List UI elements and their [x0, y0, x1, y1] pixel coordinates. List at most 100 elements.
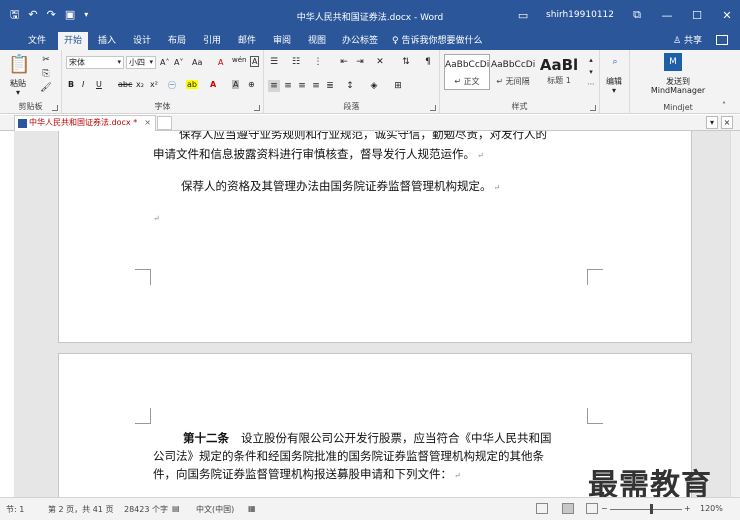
style-normal[interactable]: AaBbCcDi ↵ 正文: [444, 54, 490, 90]
close-button[interactable]: ✕: [720, 9, 734, 22]
align-left-icon[interactable]: ≡: [268, 80, 280, 92]
tab-home[interactable]: 开始: [58, 32, 89, 50]
document-workspace: 保荐人应当遵守业务规则和行业规范，诚实守信，勤勉尽责，对发行人的 申请文件和信息…: [14, 131, 730, 497]
copy-icon[interactable]: ⎘: [40, 68, 52, 80]
page-indicator[interactable]: 第 2 页，共 41 页: [48, 504, 113, 515]
show-marks-icon[interactable]: ¶: [422, 56, 434, 68]
style-heading-1[interactable]: AaBl 标题 1: [536, 54, 582, 90]
zoom-out-icon[interactable]: −: [601, 504, 608, 513]
read-mode-icon[interactable]: [536, 503, 548, 514]
char-border-button[interactable]: A: [250, 56, 260, 67]
clipboard-launcher-icon[interactable]: [52, 105, 58, 111]
increase-indent-icon[interactable]: ⇥: [354, 56, 366, 68]
proofing-icon[interactable]: ▤: [172, 504, 180, 513]
vertical-scrollbar[interactable]: [730, 131, 740, 497]
close-tab-icon[interactable]: ×: [144, 116, 151, 130]
tab-mailings[interactable]: 邮件: [232, 32, 262, 50]
paste-icon[interactable]: 📋: [8, 54, 30, 76]
print-layout-icon[interactable]: [562, 503, 574, 514]
styles-launcher-icon[interactable]: [590, 105, 596, 111]
enclose-char-icon[interactable]: ⊕: [248, 80, 255, 89]
collapse-ribbon-icon[interactable]: ˄: [718, 100, 730, 112]
phonetic-guide-button[interactable]: wén: [232, 56, 246, 64]
change-case-button[interactable]: Aa: [192, 58, 202, 67]
superscript-button[interactable]: x²: [150, 80, 158, 89]
sort-icon[interactable]: ⇅: [400, 56, 412, 68]
editing-dropdown-icon[interactable]: ▾: [612, 86, 616, 95]
word-count[interactable]: 28423 个字: [124, 504, 168, 515]
ribbon-display-icon[interactable]: ▭: [516, 9, 530, 22]
new-tab-button[interactable]: [157, 116, 172, 130]
comments-icon[interactable]: [716, 35, 728, 45]
maximize-button[interactable]: ☐: [690, 9, 704, 22]
borders-icon[interactable]: ⊞: [392, 80, 404, 92]
close-document-icon[interactable]: ×: [721, 116, 733, 129]
tab-review[interactable]: 审阅: [267, 32, 297, 50]
line-spacing-icon[interactable]: ↕: [344, 80, 356, 92]
minimize-button[interactable]: —: [660, 9, 674, 22]
align-center-icon[interactable]: ≡: [282, 80, 294, 92]
styles-more-icon[interactable]: ⋯: [585, 78, 597, 90]
shrink-font-button[interactable]: A˅: [174, 58, 183, 67]
find-icon[interactable]: ⌕: [609, 56, 621, 68]
section-indicator[interactable]: 节: 1: [6, 504, 24, 515]
font-launcher-icon[interactable]: [254, 105, 260, 111]
paragraph-line: 保荐人应当遵守业务规则和行业规范，诚实守信，勤勉尽责，对发行人的: [179, 131, 547, 141]
numbering-icon[interactable]: ☷: [290, 56, 302, 68]
strikethrough-button[interactable]: abc: [118, 80, 132, 89]
ribbon-tabs: 文件 开始 插入 设计 布局 引用 邮件 审阅 视图 办公标签 ♀ 告诉我你想要…: [0, 32, 740, 50]
web-layout-icon[interactable]: [586, 503, 598, 514]
document-page[interactable]: 保荐人应当遵守业务规则和行业规范，诚实守信，勤勉尽责，对发行人的 申请文件和信息…: [58, 131, 692, 343]
zoom-level[interactable]: 120%: [700, 504, 723, 513]
tab-design[interactable]: 设计: [127, 32, 157, 50]
bold-button[interactable]: B: [68, 80, 74, 89]
italic-button[interactable]: I: [82, 80, 84, 89]
font-family-select[interactable]: 宋体: [66, 56, 124, 69]
macro-record-icon[interactable]: ▦: [248, 504, 256, 513]
char-shading-button[interactable]: A: [232, 80, 240, 89]
font-size-select[interactable]: 小四: [126, 56, 156, 69]
clear-format-button[interactable]: A: [218, 58, 223, 67]
language-indicator[interactable]: 中文(中国): [196, 504, 234, 515]
mindmanager-icon[interactable]: M: [664, 53, 682, 71]
zoom-in-icon[interactable]: +: [684, 504, 691, 513]
bullets-icon[interactable]: ☰: [268, 56, 280, 68]
zoom-slider[interactable]: [610, 509, 682, 510]
align-right-icon[interactable]: ≡: [296, 80, 308, 92]
paragraph-launcher-icon[interactable]: [430, 105, 436, 111]
mouse-cursor-icon: [372, 258, 382, 269]
mindmanager-label[interactable]: MindManager: [630, 86, 726, 95]
share-button[interactable]: ♙ 共享: [673, 32, 702, 50]
tab-office-tab[interactable]: 办公标签: [336, 32, 384, 50]
grow-font-button[interactable]: A˄: [160, 58, 169, 67]
tab-list-dropdown-icon[interactable]: ▾: [706, 116, 718, 129]
tell-me-search[interactable]: ♀ 告诉我你想要做什么: [392, 32, 482, 50]
distribute-icon[interactable]: ≣: [324, 80, 336, 92]
styles-scroll-up-icon[interactable]: ▴: [585, 54, 597, 66]
style-no-spacing[interactable]: AaBbCcDi ↵ 无间隔: [490, 54, 536, 90]
multilevel-list-icon[interactable]: ⋮: [312, 56, 324, 68]
tab-references[interactable]: 引用: [197, 32, 227, 50]
tab-view[interactable]: 视图: [302, 32, 332, 50]
chinese-layout-icon[interactable]: ✕: [374, 56, 386, 68]
user-name[interactable]: shirh19910112: [546, 10, 614, 20]
justify-icon[interactable]: ≡: [310, 80, 322, 92]
font-color-button[interactable]: A: [210, 80, 216, 89]
highlight-button[interactable]: ab: [186, 80, 198, 89]
tab-layout[interactable]: 布局: [162, 32, 192, 50]
cut-icon[interactable]: ✂: [40, 54, 52, 66]
paste-dropdown-icon[interactable]: ▾: [16, 88, 20, 97]
tab-file[interactable]: 文件: [22, 32, 52, 50]
shading-icon[interactable]: ◈: [368, 80, 380, 92]
zoom-slider-thumb[interactable]: [650, 504, 653, 514]
format-painter-icon[interactable]: 🖌: [40, 82, 52, 94]
styles-scroll-down-icon[interactable]: ▾: [585, 66, 597, 78]
text-effects-button[interactable]: ㊀: [168, 80, 176, 91]
tab-insert[interactable]: 插入: [92, 32, 122, 50]
subscript-button[interactable]: x₂: [136, 80, 144, 89]
paragraph-group: ☰ ☷ ⋮ ⇤ ⇥ ✕ ⇅ ¶ ≡ ≡ ≡ ≡ ≣ ↕ ◈ ⊞ 段落: [264, 50, 440, 114]
document-tab[interactable]: 中华人民共和国证券法.docx * ×: [14, 115, 156, 131]
decrease-indent-icon[interactable]: ⇤: [338, 56, 350, 68]
restore-ribbon-icon[interactable]: ⧉: [630, 8, 644, 22]
underline-button[interactable]: U: [96, 80, 102, 89]
